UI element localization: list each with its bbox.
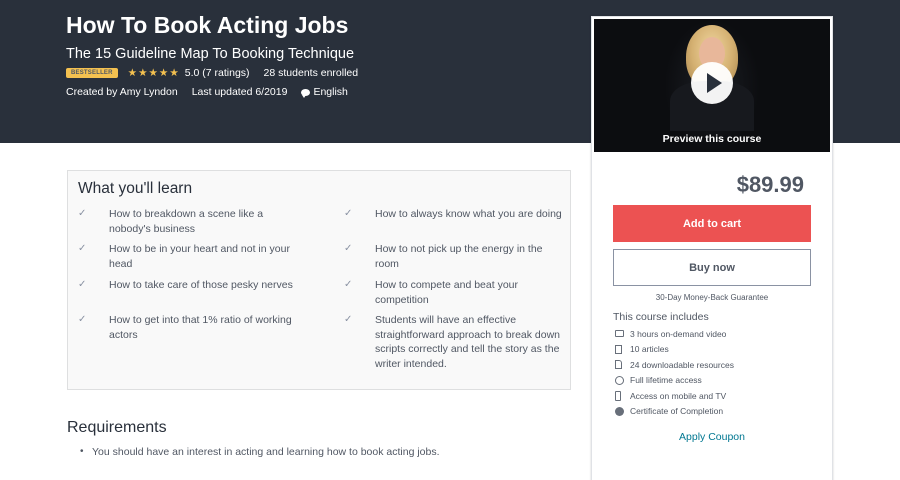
check-icon: ✓ [78,279,87,290]
resource-icon [615,360,622,370]
rating-row: BESTSELLER ★★★★★ 5.0 (7 ratings) 28 stud… [66,67,358,79]
preview-label: Preview this course [662,133,762,145]
includes-item-label: 10 articles [630,344,669,355]
check-icon: ✓ [344,208,353,219]
buy-now-button[interactable]: Buy now [613,249,811,286]
check-icon: ✓ [344,243,353,254]
requirements-title: Requirements [67,419,167,436]
what-youll-learn: What you'll learn ✓ How to breakdown a s… [67,170,571,390]
language-label: English [313,86,348,98]
course-price: $89.99 [736,172,804,197]
learn-item: ✓ Students will have an effective straig… [344,313,565,371]
infinity-icon [615,375,624,385]
includes-item: 3 hours on-demand video [615,326,734,342]
bullet-icon: • [80,446,84,457]
learn-item-text: How to compete and beat your competition [375,279,519,306]
includes-list: 3 hours on-demand video 10 articles 24 d… [615,326,734,419]
learn-item: ✓ How to breakdown a scene like a nobody… [78,207,299,236]
certificate-icon [615,406,624,416]
star-rating-icon: ★★★★★ [127,67,180,79]
course-subtitle: The 15 Guideline Map To Booking Techniqu… [66,46,355,62]
includes-item-label: Full lifetime access [630,375,702,386]
rating-count[interactable]: 5.0 (7 ratings) [185,67,250,79]
includes-title: This course includes [613,311,709,323]
requirement-item: • You should have an interest in acting … [80,446,440,458]
includes-item: 24 downloadable resources [615,357,734,373]
article-icon [615,344,622,354]
video-icon [615,330,624,338]
includes-item-label: 3 hours on-demand video [630,328,727,339]
includes-item: Access on mobile and TV [615,388,734,404]
mobile-icon [615,390,621,401]
play-icon[interactable] [691,62,733,104]
learn-item-text: How to get into that 1% ratio of working… [109,314,292,341]
course-meta: Created by Amy Lyndon Last updated 6/201… [66,86,348,98]
learn-item-text: How to take care of those pesky nerves [109,279,293,291]
includes-item-label: Access on mobile and TV [630,390,727,401]
learn-item: ✓ How to get into that 1% ratio of worki… [78,313,299,342]
learn-item: ✓ How to not pick up the energy in the r… [344,242,565,271]
check-icon: ✓ [344,314,353,325]
purchase-sidebar: Preview this course $89.99 Add to cart B… [591,16,833,480]
learn-title: What you'll learn [78,180,193,197]
enrolled-count: 28 students enrolled [263,67,359,79]
instructor-link[interactable]: Created by Amy Lyndon [66,86,178,98]
apply-coupon-link[interactable]: Apply Coupon [592,431,832,443]
language: English [301,86,348,98]
includes-item: Certificate of Completion [615,404,734,420]
check-icon: ✓ [344,279,353,290]
learn-item-text: Students will have an effective straight… [375,314,561,370]
bestseller-badge: BESTSELLER [66,68,118,78]
requirement-text: You should have an interest in acting an… [92,446,440,458]
includes-item-label: Certificate of Completion [630,406,724,417]
learn-item: ✓ How to always know what you are doing [344,207,565,222]
check-icon: ✓ [78,314,87,325]
speech-bubble-icon [301,88,311,98]
add-to-cart-button[interactable]: Add to cart [613,205,811,242]
learn-item: ✓ How to take care of those pesky nerves [78,278,299,293]
learn-item-text: How to breakdown a scene like a nobody's… [109,208,264,235]
learn-item: ✓ How to be in your heart and not in you… [78,242,299,271]
includes-item: 10 articles [615,342,734,358]
check-icon: ✓ [78,208,87,219]
includes-item: Full lifetime access [615,373,734,389]
last-updated: Last updated 6/2019 [191,86,288,98]
includes-item-label: 24 downloadable resources [630,359,734,370]
check-icon: ✓ [78,243,87,254]
learn-item-text: How to be in your heart and not in your … [109,243,290,270]
money-back-guarantee: 30-Day Money-Back Guarantee [655,293,769,302]
learn-item-text: How to not pick up the energy in the roo… [375,243,543,270]
learn-item-text: How to always know what you are doing [375,208,562,220]
course-title: How To Book Acting Jobs [66,12,349,38]
learn-item: ✓ How to compete and beat your competiti… [344,278,565,307]
course-preview-video[interactable]: Preview this course [594,19,830,152]
